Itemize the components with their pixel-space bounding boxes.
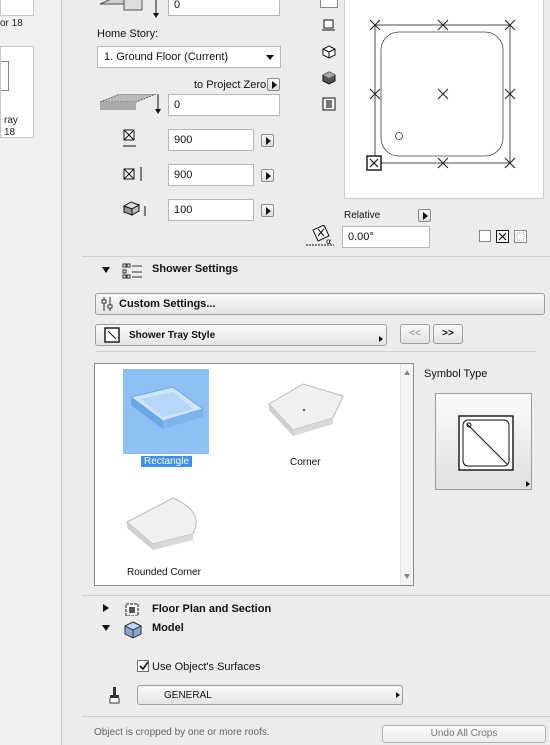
length-icon (121, 165, 143, 185)
shower-tray-style-label: Shower Tray Style (129, 330, 216, 341)
paintbrush-icon (107, 686, 123, 704)
elevation-input[interactable]: 0 (168, 94, 280, 116)
gallery-item-rounded-corner[interactable] (123, 486, 211, 556)
to-project-zero-label: to Project Zero (194, 79, 267, 91)
height-options-button[interactable] (261, 204, 274, 217)
gallery-item-rectangle[interactable] (123, 369, 209, 454)
gallery-item-corner[interactable] (263, 374, 349, 444)
left-library-strip: or 18 ray 18 (0, 0, 62, 745)
3d-shaded-icon[interactable] (321, 70, 337, 86)
floor-plan-icon (124, 602, 142, 616)
divider (82, 716, 550, 717)
chevron-right-icon (379, 336, 383, 342)
floor-plan-title: Floor Plan and Section (152, 603, 272, 615)
library-item-label: ray (4, 115, 18, 126)
divider (82, 256, 550, 257)
expand-triangle-icon (103, 604, 109, 612)
shower-settings-title: Shower Settings (152, 263, 239, 275)
divider (96, 351, 536, 352)
use-surfaces-label: Use Object's Surfaces (152, 661, 261, 673)
relative-label: Relative (344, 210, 381, 221)
length-input[interactable]: 900 (168, 164, 254, 186)
surface-material-value: GENERAL (164, 690, 212, 701)
tray-style-icon (104, 327, 120, 343)
library-item-label: or 18 (0, 18, 23, 29)
height-input[interactable]: 100 (168, 199, 254, 221)
mirror-off-icon[interactable] (479, 230, 491, 242)
height-icon (121, 200, 149, 220)
sliders-icon (100, 296, 116, 312)
tray-style-gallery[interactable]: Rectangle Corner Rounded Corner (94, 363, 414, 586)
width-options-button[interactable] (261, 134, 274, 147)
model-cube-icon (122, 619, 144, 641)
floor-plan-section-header[interactable]: Floor Plan and Section (82, 600, 550, 616)
width-icon (121, 128, 143, 148)
relative-options-button[interactable] (418, 209, 431, 222)
model-title: Model (152, 622, 184, 634)
plan-preview (344, 0, 544, 199)
gallery-scrollbar[interactable] (400, 364, 413, 585)
undo-all-crops-button[interactable]: Undo All Crops (382, 725, 546, 743)
scroll-up-icon[interactable] (404, 370, 410, 375)
chevron-right-icon (526, 481, 530, 487)
elevation-icon (98, 93, 164, 116)
collapse-triangle-icon (102, 267, 110, 273)
previous-style-button[interactable]: << (400, 324, 430, 344)
collapse-triangle-icon (102, 625, 110, 631)
symbol-type-selector[interactable] (435, 393, 532, 490)
chevron-down-icon (266, 55, 274, 60)
use-surfaces-checkbox[interactable] (137, 660, 149, 672)
mirror-y-icon[interactable] (514, 230, 527, 243)
custom-settings-button[interactable]: Custom Settings... (95, 293, 545, 315)
library-item-thumbnail[interactable] (0, 0, 34, 16)
home-story-select[interactable]: 1. Ground Floor (Current) (97, 46, 281, 68)
symbol-type-label: Symbol Type (424, 368, 488, 380)
rotation-angle-icon: α (304, 224, 338, 249)
custom-settings-label: Custom Settings... (119, 298, 216, 310)
mirror-x-icon[interactable] (496, 230, 509, 243)
film-view-icon[interactable] (321, 96, 337, 112)
top-offset-input[interactable]: 0 (168, 0, 280, 16)
model-header[interactable]: Model (82, 618, 550, 644)
divider (82, 595, 550, 596)
3d-wireframe-icon[interactable] (321, 44, 337, 60)
section-view-icon[interactable] (321, 18, 337, 34)
next-style-button[interactable]: >> (433, 324, 463, 344)
gallery-item-label-rectangle: Rectangle (141, 456, 193, 467)
chevron-right-icon (396, 692, 400, 698)
shower-tray-style-select[interactable]: Shower Tray Style (95, 324, 387, 346)
settings-list-icon (122, 262, 144, 280)
svg-text:α: α (326, 237, 331, 246)
width-input[interactable]: 900 (168, 129, 254, 151)
home-story-value: 1. Ground Floor (Current) (104, 51, 229, 63)
top-elevation-icon (98, 0, 162, 22)
gallery-item-label-rounded-corner: Rounded Corner (127, 567, 201, 578)
shower-settings-header[interactable]: Shower Settings (82, 259, 550, 285)
scroll-down-icon[interactable] (404, 574, 410, 579)
surface-material-select[interactable]: GENERAL (137, 685, 403, 705)
plan-view-icon[interactable] (320, 0, 338, 8)
length-options-button[interactable] (261, 169, 274, 182)
library-item-label: 18 (4, 127, 16, 138)
home-story-label: Home Story: (97, 28, 159, 40)
to-project-zero-button[interactable] (267, 78, 280, 91)
roof-crop-status: Object is cropped by one or more roofs. (94, 727, 270, 738)
gallery-item-label-corner: Corner (290, 457, 321, 468)
rotation-angle-input[interactable]: 0.00° (342, 226, 430, 248)
